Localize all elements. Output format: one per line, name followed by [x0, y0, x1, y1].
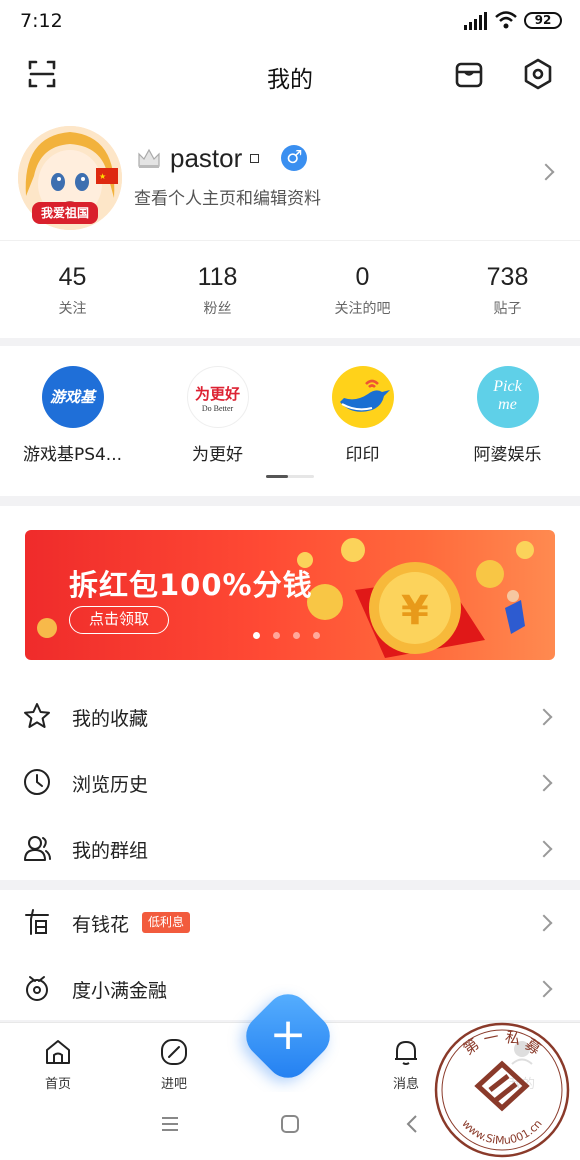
- menu-icon[interactable]: [160, 1114, 180, 1134]
- carousel-dots: [253, 632, 333, 639]
- wifi-icon: [495, 11, 517, 29]
- bar-item[interactable]: 印印: [290, 366, 435, 465]
- chevron-right-icon: [535, 708, 553, 726]
- scroll-indicator: [266, 475, 314, 478]
- bar-logo-text: 为更好: [194, 385, 240, 403]
- group-icon: [24, 836, 51, 861]
- banner-title: 拆红包100%分钱: [69, 568, 313, 602]
- promo-banner[interactable]: ¥ 拆红包100%分钱 点击领取: [25, 530, 555, 660]
- bar-label: 阿婆娱乐: [473, 445, 542, 465]
- tab-enter-bar[interactable]: 进吧: [134, 1037, 214, 1092]
- bar-logo-text: Pick me: [493, 378, 522, 413]
- stat-following[interactable]: 45 关注: [0, 263, 145, 318]
- back-icon[interactable]: [402, 1114, 422, 1134]
- watermark-logo: 第 一 私 募 www.SiMu001.cn: [434, 1022, 570, 1158]
- svg-text:¥: ¥: [401, 588, 429, 634]
- stat-number: 738: [486, 263, 529, 291]
- tab-label: 进吧: [160, 1077, 187, 1092]
- name-row: pastor ♂: [136, 140, 308, 176]
- male-gender-icon: ♂: [281, 145, 308, 171]
- bar-label: 游戏基PS4...: [22, 445, 123, 465]
- stat-posts[interactable]: 738 贴子: [435, 263, 580, 318]
- bell-icon: [395, 1041, 417, 1065]
- banner-section: ¥ 拆红包100%分钱 点击领取: [0, 506, 580, 684]
- signal-icon: [464, 12, 487, 30]
- menu-label: 我的群组: [72, 840, 149, 862]
- home-icon: [46, 1040, 70, 1064]
- bar-logo: Pick me: [476, 366, 539, 428]
- compass-icon: [161, 1039, 187, 1065]
- stat-label: 贴子: [493, 301, 522, 317]
- money-icon: [25, 909, 49, 935]
- settings-icon[interactable]: [520, 56, 556, 92]
- low-interest-badge: 低利息: [142, 912, 191, 933]
- chevron-right-icon: [535, 774, 553, 792]
- bar-item[interactable]: 为更好 Do Better 为更好: [145, 366, 290, 465]
- bar-logo-text: 游戏基: [49, 388, 95, 406]
- carousel-dot: [253, 632, 260, 639]
- avatar-badge: 我爱祖国: [32, 202, 98, 224]
- finance-icon: [26, 976, 48, 1001]
- whale-icon: [339, 379, 390, 412]
- bar-logo-subtext: Do Better: [201, 404, 234, 413]
- status-time: 7:12: [20, 10, 63, 32]
- menu-item-history[interactable]: 浏览历史: [0, 750, 580, 816]
- chevron-right-icon: [535, 980, 553, 998]
- menu-label: 浏览历史: [72, 774, 149, 796]
- followed-bars: 游戏基 游戏基PS4... 为更好 Do Better 为更好 印印 Pick …: [0, 346, 580, 496]
- chevron-right-icon: [537, 163, 555, 181]
- profile-card[interactable]: ★ 我爱祖国 pastor ♂ 查看个人主页和编辑资料 45 关注 118 粉丝…: [0, 106, 580, 338]
- bar-logo: [331, 366, 394, 428]
- battery-indicator: 92: [524, 12, 562, 29]
- status-bar: 7:12 92: [0, 0, 580, 44]
- tab-label: 首页: [44, 1077, 71, 1092]
- plus-icon[interactable]: +: [252, 1000, 324, 1072]
- carousel-dot: [273, 632, 280, 639]
- bar-label: 为更好: [192, 445, 243, 465]
- stat-number: 0: [355, 263, 370, 291]
- bar-item[interactable]: 游戏基 游戏基PS4...: [0, 366, 145, 465]
- chevron-right-icon: [535, 914, 553, 932]
- crown-icon: [138, 148, 160, 168]
- tab-home[interactable]: 首页: [18, 1037, 98, 1092]
- claim-button[interactable]: 点击领取: [69, 606, 169, 634]
- user-name: pastor: [170, 142, 243, 173]
- top-header: 我的: [0, 44, 580, 106]
- stat-followed-bars[interactable]: 0 关注的吧: [290, 263, 435, 318]
- stat-label: 粉丝: [203, 301, 232, 317]
- bar-label: 印印: [345, 445, 380, 465]
- profile-subtitle: 查看个人主页和编辑资料: [134, 189, 321, 209]
- stat-label: 关注的吧: [334, 301, 391, 317]
- bar-item[interactable]: Pick me 阿婆娱乐: [435, 366, 580, 465]
- stat-fans[interactable]: 118 粉丝: [145, 263, 290, 318]
- stats-row: 45 关注 118 粉丝 0 关注的吧 738 贴子: [0, 240, 580, 336]
- clock-icon: [24, 769, 50, 795]
- menu-item-favorites[interactable]: 我的收藏: [0, 684, 580, 750]
- menu-label: 我的收藏: [72, 708, 149, 730]
- chevron-right-icon: [535, 840, 553, 858]
- level-square-icon: [250, 153, 260, 163]
- stat-label: 关注: [58, 301, 87, 317]
- watermark-seal: 第 一 私 募 www.SiMu001.cn: [432, 1020, 572, 1160]
- svg-text:★: ★: [99, 172, 106, 181]
- bar-logo: 为更好 Do Better: [186, 366, 249, 428]
- carousel-dot: [293, 632, 300, 639]
- carousel-dot: [313, 632, 320, 639]
- shop-icon[interactable]: [451, 56, 487, 92]
- bar-logo: 游戏基: [41, 366, 104, 428]
- stat-number: 118: [197, 263, 238, 291]
- menu-list: 我的收藏 浏览历史 我的群组: [0, 684, 580, 880]
- page-title: 我的: [267, 67, 313, 93]
- stat-number: 45: [58, 263, 87, 291]
- home-square-icon[interactable]: [280, 1114, 300, 1134]
- star-icon: [24, 703, 50, 728]
- menu-item-groups[interactable]: 我的群组: [0, 816, 580, 882]
- menu-label: 有钱花: [72, 914, 130, 936]
- menu-label: 度小满金融: [72, 980, 168, 1002]
- menu-item-youqianhua[interactable]: 有钱花 低利息: [0, 890, 580, 956]
